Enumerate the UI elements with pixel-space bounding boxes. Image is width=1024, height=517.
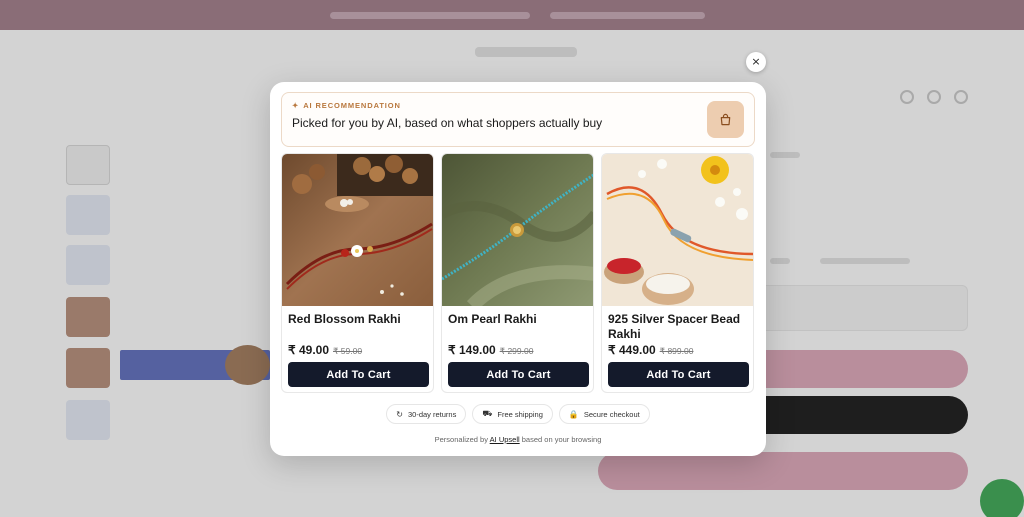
gallery-thumbnail xyxy=(66,145,110,185)
cart-icon xyxy=(954,90,968,104)
original-price: ₹ 59.00 xyxy=(333,346,363,356)
gallery-thumbnail xyxy=(66,297,110,337)
ai-upsell-link[interactable]: AI Upsell xyxy=(490,435,520,444)
product-card[interactable]: Red Blossom Rakhi ₹ 49.00 ₹ 59.00 Add To… xyxy=(281,153,434,393)
returns-icon: ↻ xyxy=(396,409,403,419)
search-icon xyxy=(900,90,914,104)
gallery-thumbnail xyxy=(66,348,110,388)
product-image-om-pearl[interactable] xyxy=(442,154,594,306)
sparkle-icon: ✦ xyxy=(292,101,300,110)
badge-label: Secure checkout xyxy=(583,409,640,419)
shopping-bag-icon xyxy=(707,101,744,138)
product-image-strip xyxy=(225,345,270,385)
gallery-thumbnail xyxy=(66,195,110,235)
original-price: ₹ 899.00 xyxy=(659,346,694,356)
account-icon xyxy=(927,90,941,104)
product-image-silver-spacer[interactable] xyxy=(602,154,754,306)
add-to-cart-button[interactable]: Add To Cart xyxy=(608,362,749,387)
recommendation-header: ✦ AI RECOMMENDATION Picked for you by AI… xyxy=(281,92,755,147)
footer-suffix: based on your browsing xyxy=(519,435,602,444)
secondary-button-bg xyxy=(598,452,968,490)
product-name[interactable]: Om Pearl Rakhi xyxy=(448,312,590,327)
chat-icon xyxy=(980,479,1024,517)
store-logo xyxy=(475,47,577,57)
recommendation-title: Picked for you by AI, based on what shop… xyxy=(292,116,603,130)
personalization-note: Personalized by AI Upsell based on your … xyxy=(270,435,766,444)
original-price: ₹ 299.00 xyxy=(499,346,534,356)
price-row: ₹ 449.00 ₹ 899.00 xyxy=(608,343,693,357)
product-card[interactable]: 925 Silver Spacer Bead Rakhi ₹ 449.00 ₹ … xyxy=(601,153,754,393)
badge-shipping: ⛟ Free shipping xyxy=(472,404,553,424)
add-to-cart-button[interactable]: Add To Cart xyxy=(448,362,589,387)
ai-recommendation-modal: ✦ AI RECOMMENDATION Picked for you by AI… xyxy=(270,82,766,456)
price-row: ₹ 49.00 ₹ 59.00 xyxy=(288,343,362,357)
sale-price: ₹ 49.00 xyxy=(288,343,329,357)
badge-label: Free shipping xyxy=(497,409,543,419)
announcement-bar xyxy=(0,0,1024,30)
close-button[interactable]: × xyxy=(746,52,766,72)
add-to-cart-button[interactable]: Add To Cart xyxy=(288,362,429,387)
eyebrow-label: AI RECOMMENDATION xyxy=(303,101,401,110)
badge-label: 30-day returns xyxy=(407,409,457,419)
sale-price: ₹ 449.00 xyxy=(608,343,656,357)
footer-prefix: Personalized by xyxy=(434,435,490,444)
product-name[interactable]: Red Blossom Rakhi xyxy=(288,312,430,327)
price-row: ₹ 149.00 ₹ 299.00 xyxy=(448,343,533,357)
offer-box xyxy=(760,285,968,331)
product-name[interactable]: 925 Silver Spacer Bead Rakhi xyxy=(608,312,750,342)
badge-returns: ↻ 30-day returns xyxy=(386,404,467,424)
gallery-thumbnail xyxy=(66,400,110,440)
product-card[interactable]: Om Pearl Rakhi ₹ 149.00 ₹ 299.00 Add To … xyxy=(441,153,594,393)
trust-badges: ↻ 30-day returns ⛟ Free shipping 🔒 Secur… xyxy=(270,404,766,424)
recommendation-eyebrow: ✦ AI RECOMMENDATION xyxy=(292,101,401,110)
product-image-red-blossom[interactable] xyxy=(282,154,434,306)
gallery-thumbnail xyxy=(66,245,110,285)
lock-icon: 🔒 xyxy=(568,409,579,419)
sale-price: ₹ 149.00 xyxy=(448,343,496,357)
truck-icon: ⛟ xyxy=(482,409,493,418)
badge-secure: 🔒 Secure checkout xyxy=(558,404,650,424)
